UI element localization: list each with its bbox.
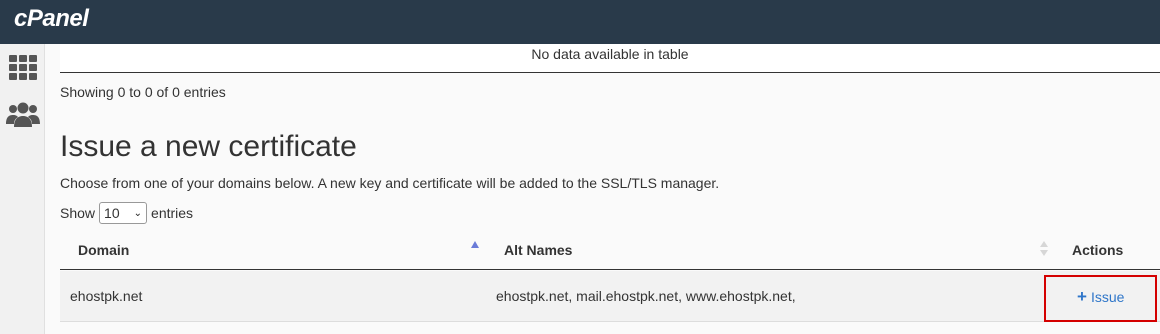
users-icon[interactable] bbox=[5, 100, 41, 130]
empty-table-row: No data available in table bbox=[60, 44, 1160, 73]
column-header-actions: Actions bbox=[1072, 242, 1124, 258]
domain-cell: ehostpk.net bbox=[70, 288, 143, 304]
sidebar bbox=[0, 44, 45, 334]
page-size-value: 10 bbox=[104, 205, 120, 221]
section-description: Choose from one of your domains below. A… bbox=[60, 175, 720, 191]
chevron-down-icon: ⌄ bbox=[133, 207, 143, 219]
column-header-domain[interactable]: Domain bbox=[78, 242, 129, 258]
table-info: Showing 0 to 0 of 0 entries bbox=[60, 84, 226, 100]
sort-ascending-icon[interactable] bbox=[471, 241, 479, 248]
cpanel-logo[interactable]: cPanel bbox=[14, 5, 89, 33]
table-header: Domain Alt Names Actions bbox=[60, 235, 1160, 270]
issue-button[interactable]: + Issue bbox=[1077, 288, 1124, 305]
highlight-box: + Issue bbox=[1044, 275, 1157, 322]
main-content: No data available in table Showing 0 to … bbox=[45, 44, 1160, 334]
domains-table: Domain Alt Names Actions ehostpk.net eho… bbox=[60, 235, 1160, 334]
issue-label: Issue bbox=[1090, 288, 1125, 305]
top-bar: cPanel bbox=[0, 0, 1160, 44]
show-label: Show bbox=[60, 205, 96, 221]
alt-names-cell: ehostpk.net, mail.ehostpk.net, www.ehost… bbox=[496, 288, 796, 304]
sort-icon[interactable] bbox=[1040, 241, 1048, 257]
page-title: Issue a new certificate bbox=[60, 130, 357, 163]
empty-table-message: No data available in table bbox=[531, 46, 689, 62]
table-row: ehostpk.net ehostpk.net, mail.ehostpk.ne… bbox=[60, 271, 1160, 322]
column-header-alt-names[interactable]: Alt Names bbox=[504, 242, 572, 258]
page-size-control: Show 10 ⌄ entries bbox=[60, 202, 193, 224]
page-size-select[interactable]: 10 ⌄ bbox=[99, 202, 148, 224]
entries-label: entries bbox=[151, 205, 194, 221]
plus-icon: + bbox=[1077, 287, 1087, 306]
grid-icon[interactable] bbox=[8, 53, 38, 83]
